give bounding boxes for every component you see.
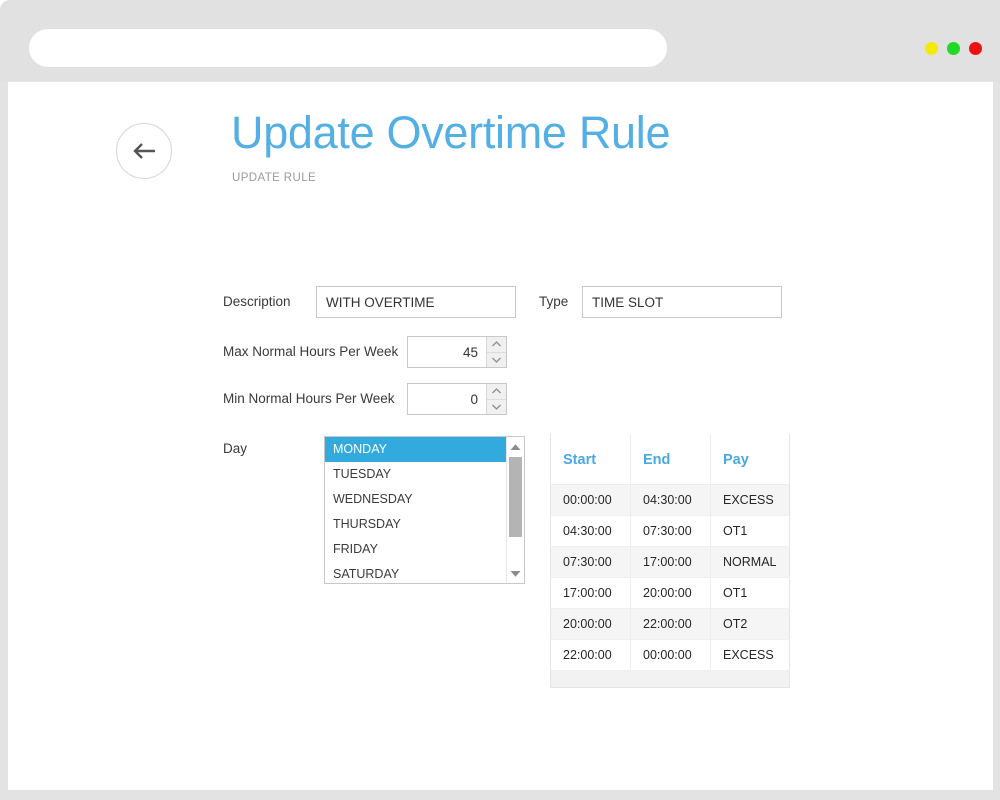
chevron-up-icon <box>492 341 501 347</box>
table-footer <box>550 670 790 688</box>
window-controls <box>925 42 982 55</box>
column-header-end[interactable]: End <box>630 434 711 485</box>
description-label: Description <box>223 294 291 309</box>
day-listbox-scrollbar[interactable] <box>506 437 524 583</box>
cell-end: 22:00:00 <box>630 608 711 640</box>
table-row[interactable]: 07:30:00 17:00:00 NORMAL <box>550 546 790 578</box>
day-option-monday[interactable]: MONDAY <box>325 437 506 462</box>
cell-pay: OT1 <box>710 577 790 609</box>
table-row[interactable]: 04:30:00 07:30:00 OT1 <box>550 515 790 547</box>
cell-pay: OT2 <box>710 608 790 640</box>
chevron-down-icon <box>492 404 501 410</box>
column-header-start[interactable]: Start <box>550 434 631 485</box>
arrow-left-icon <box>131 141 157 161</box>
scroll-up-arrow-icon[interactable] <box>507 438 524 455</box>
max-normal-hours-input[interactable] <box>408 337 486 367</box>
cell-pay: OT1 <box>710 515 790 547</box>
min-normal-hours-label: Min Normal Hours Per Week <box>223 391 395 406</box>
time-slots-table: Start End Pay 00:00:00 04:30:00 EXCESS 04:3… <box>550 434 790 688</box>
cell-pay: EXCESS <box>710 484 790 516</box>
scroll-down-arrow-icon[interactable] <box>507 565 524 582</box>
cell-pay: EXCESS <box>710 639 790 671</box>
page-content: Update Overtime Rule UPDATE RULE Descrip… <box>8 82 993 790</box>
spinner-down-button[interactable] <box>487 399 506 414</box>
day-option-friday[interactable]: FRIDAY <box>325 537 506 562</box>
day-option-saturday[interactable]: SATURDAY <box>325 562 506 583</box>
day-options-list[interactable]: MONDAY TUESDAY WEDNESDAY THURSDAY FRIDAY SATU… <box>325 437 506 583</box>
table-row[interactable]: 22:00:00 00:00:00 EXCESS <box>550 639 790 671</box>
back-button[interactable] <box>116 123 172 179</box>
day-option-tuesday[interactable]: TUESDAY <box>325 462 506 487</box>
spinner-up-button[interactable] <box>487 384 506 400</box>
spinner-down-button[interactable] <box>487 352 506 367</box>
min-normal-hours-stepper[interactable] <box>407 383 507 415</box>
day-listbox[interactable]: MONDAY TUESDAY WEDNESDAY THURSDAY FRIDAY SATU… <box>324 436 525 584</box>
cell-start: 20:00:00 <box>550 608 631 640</box>
max-normal-hours-stepper[interactable] <box>407 336 507 368</box>
cell-end: 20:00:00 <box>630 577 711 609</box>
table-row[interactable]: 17:00:00 20:00:00 OT1 <box>550 577 790 609</box>
column-header-pay[interactable]: Pay <box>710 434 790 485</box>
max-normal-hours-label: Max Normal Hours Per Week <box>223 344 399 359</box>
cell-end: 04:30:00 <box>630 484 711 516</box>
spinner-up-button[interactable] <box>487 337 506 353</box>
day-option-thursday[interactable]: THURSDAY <box>325 512 506 537</box>
day-option-wednesday[interactable]: WEDNESDAY <box>325 487 506 512</box>
table-row[interactable]: 20:00:00 22:00:00 OT2 <box>550 608 790 640</box>
cell-pay: NORMAL <box>710 546 790 578</box>
type-input[interactable] <box>582 286 782 318</box>
browser-chrome-bar <box>0 0 1000 82</box>
maximize-dot[interactable] <box>947 42 960 55</box>
table-footer-spacer <box>550 670 790 688</box>
table-row[interactable]: 00:00:00 04:30:00 EXCESS <box>550 484 790 516</box>
chevron-up-icon <box>492 388 501 394</box>
day-label: Day <box>223 441 248 456</box>
page-title: Update Overtime Rule <box>231 107 671 158</box>
table-header: Start End Pay <box>550 434 790 485</box>
description-input[interactable] <box>316 286 516 318</box>
chevron-down-icon <box>492 357 501 363</box>
cell-start: 04:30:00 <box>550 515 631 547</box>
page-header: Update Overtime Rule UPDATE RULE <box>8 82 993 202</box>
cell-start: 00:00:00 <box>550 484 631 516</box>
type-label: Type <box>539 294 569 309</box>
cell-end: 17:00:00 <box>630 546 711 578</box>
table-body: 00:00:00 04:30:00 EXCESS 04:30:00 07:30:00 OT… <box>550 484 790 671</box>
min-normal-hours-spin-buttons <box>486 384 506 414</box>
scrollbar-thumb[interactable] <box>509 457 522 537</box>
min-normal-hours-input[interactable] <box>408 384 486 414</box>
cell-start: 17:00:00 <box>550 577 631 609</box>
browser-window: Update Overtime Rule UPDATE RULE Descrip… <box>0 0 1000 800</box>
table-footer-row <box>550 670 790 688</box>
close-dot[interactable] <box>969 42 982 55</box>
cell-start: 22:00:00 <box>550 639 631 671</box>
cell-start: 07:30:00 <box>550 546 631 578</box>
cell-end: 07:30:00 <box>630 515 711 547</box>
page-subtitle: UPDATE RULE <box>232 172 317 184</box>
max-normal-hours-spin-buttons <box>486 337 506 367</box>
minimize-dot[interactable] <box>925 42 938 55</box>
cell-end: 00:00:00 <box>630 639 711 671</box>
table-header-row: Start End Pay <box>550 434 790 485</box>
address-bar-input[interactable] <box>29 29 667 67</box>
